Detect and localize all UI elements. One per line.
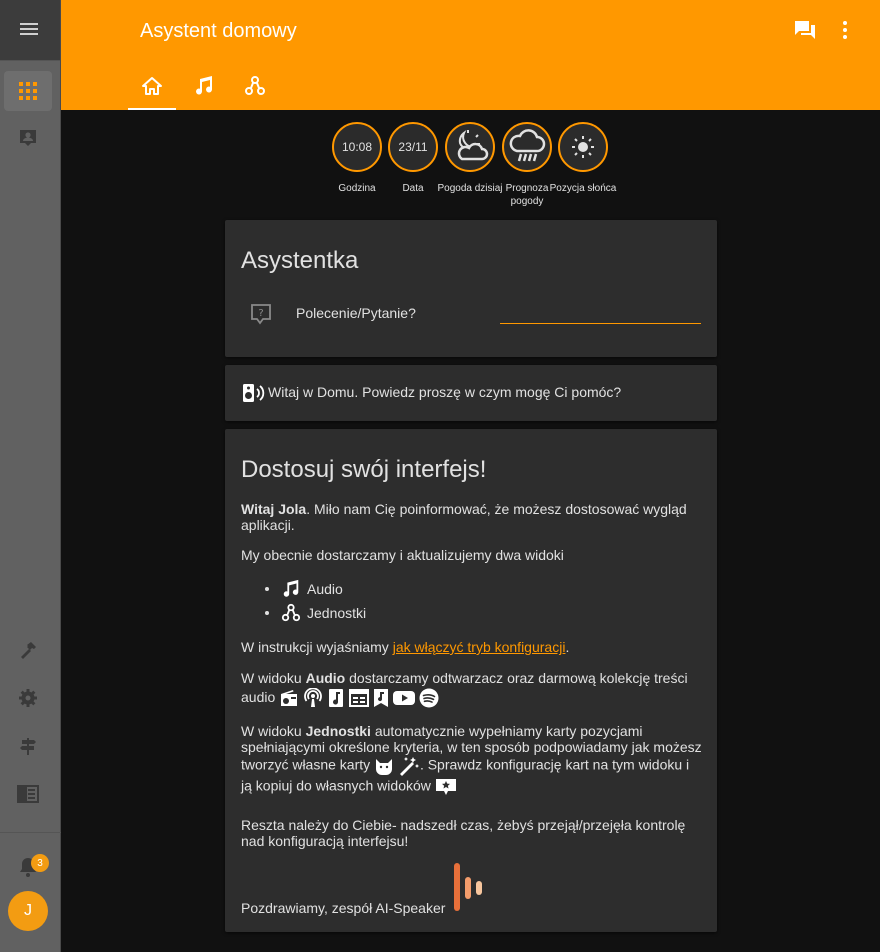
instructions-paragraph: W instrukcji wyjaśniamy jak włączyć tryb… [241, 639, 569, 655]
sidebar-item-guide[interactable] [4, 726, 52, 766]
sidebar-item-info-panel[interactable] [4, 774, 52, 814]
tab-units[interactable] [231, 62, 279, 110]
radio-icon [281, 690, 298, 707]
menu-button[interactable] [0, 0, 60, 61]
welcome-card: Witaj w Domu. Powiedz proszę w czym mogę… [225, 365, 717, 421]
rest-paragraph: Reszta należy do Ciebie- nadszedł czas, … [241, 817, 686, 849]
welcome-message: Witaj w Domu. Powiedz proszę w czym mogę… [268, 384, 622, 400]
instructions-prefix: W instrukcji wyjaśniamy [241, 639, 393, 655]
music-box-icon [328, 689, 343, 708]
command-input[interactable] [500, 304, 701, 324]
sidebar-item-overview[interactable] [4, 71, 52, 111]
signpost-icon [20, 738, 36, 755]
greeting-name: Witaj Jola [241, 501, 307, 517]
units-bold: Jednostki [305, 723, 371, 739]
bookmark-music-icon [373, 689, 388, 708]
grid-icon [19, 82, 37, 100]
speaker-wireless-icon [243, 384, 265, 402]
list-item: Audio [265, 579, 366, 599]
customize-card-title: Dostosuj swój interfejs! [241, 456, 487, 483]
conversation-button[interactable] [793, 18, 817, 42]
badge-time[interactable]: 10:08 Godzina [332, 122, 382, 195]
home-icon [142, 77, 162, 95]
user-avatar[interactable]: J [8, 891, 48, 931]
list-item: Jednostki [265, 603, 366, 623]
instructions-suffix: . [565, 639, 570, 655]
widgets-list: Audio Jednostki [265, 579, 366, 623]
menu-icon [20, 23, 38, 35]
badge-weather-today[interactable]: Pogoda dzisiaj [437, 122, 503, 195]
partly-cloudy-night-icon [457, 130, 489, 161]
book-open-icon [17, 785, 39, 803]
badge-weather-forecast[interactable]: Prognoza pogody [502, 122, 552, 208]
config-mode-link[interactable]: jak włączyć tryb konfiguracji [393, 639, 566, 655]
more-options-button[interactable] [833, 18, 857, 42]
tab-home[interactable] [128, 62, 176, 110]
card-star-icon [435, 779, 456, 795]
svg-text:?: ? [258, 308, 263, 319]
podcast-icon [304, 688, 322, 708]
auto-fix-icon [399, 757, 419, 776]
units-prefix: W widoku [241, 723, 306, 739]
molecule-icon [281, 603, 301, 622]
sidebar-item-contact[interactable] [4, 118, 52, 158]
youtube-icon [392, 691, 415, 706]
customize-card: Dostosuj swój interfejs! Witaj Jola. Mił… [225, 429, 717, 932]
assistant-card-title: Asystentka [241, 247, 359, 274]
units-paragraph: W widoku Jednostki automatycznie wypełni… [241, 723, 703, 797]
audio-paragraph: W widoku Audio dostarczamy odtwarzacz or… [241, 669, 701, 708]
gear-icon [19, 689, 37, 707]
audio-bold: Audio [305, 670, 346, 686]
rain-cloud-icon [509, 129, 546, 162]
account-box-icon [20, 130, 36, 146]
sidebar: 3 J [0, 0, 61, 952]
sidebar-item-developer-tools[interactable] [4, 630, 52, 670]
signature: Pozdrawiamy, zespół AI-Speaker [241, 900, 446, 916]
molecule-icon [245, 76, 265, 95]
chat-icon [795, 21, 815, 39]
notification-count-badge: 3 [31, 854, 49, 872]
comment-question-icon: ? [251, 304, 271, 325]
hammer-icon [21, 642, 36, 659]
ai-speaker-logo-icon [454, 863, 482, 911]
badge-sun-position[interactable]: Pozycja słońca [550, 122, 616, 195]
assistant-card: Asystentka ? Polecenie/Pytanie? [225, 220, 717, 357]
greeting-paragraph: Witaj Jola. Miło nam Cię poinformować, ż… [241, 501, 701, 533]
spotify-icon [419, 688, 438, 708]
dots-vertical-icon [843, 21, 847, 39]
page-title: Asystent domowy [140, 20, 297, 42]
app-header: Asystent domowy [61, 0, 880, 110]
widget-units-label: Jednostki [307, 605, 367, 621]
calendar-icon [348, 689, 369, 708]
tab-audio[interactable] [180, 62, 228, 110]
greeting-text: . Miło nam Cię poinformować, że możesz d… [241, 501, 687, 533]
sun-icon [572, 136, 594, 158]
widgets-intro: My obecnie dostarczamy i aktualizujemy d… [241, 547, 564, 563]
audio-prefix: W widoku [241, 670, 306, 686]
badge-date[interactable]: 23/11 Data [388, 122, 438, 195]
music-note-icon [196, 76, 213, 95]
badge-date-value: 23/11 [388, 122, 438, 172]
cat-icon [376, 759, 393, 775]
widget-audio-label: Audio [307, 581, 343, 597]
music-note-icon [283, 579, 299, 597]
sidebar-item-settings[interactable] [4, 678, 52, 718]
badge-time-value: 10:08 [332, 122, 382, 172]
badge-sun-position-label: Pozycja słońca [549, 183, 617, 194]
command-input-label: Polecenie/Pytanie? [296, 305, 416, 321]
